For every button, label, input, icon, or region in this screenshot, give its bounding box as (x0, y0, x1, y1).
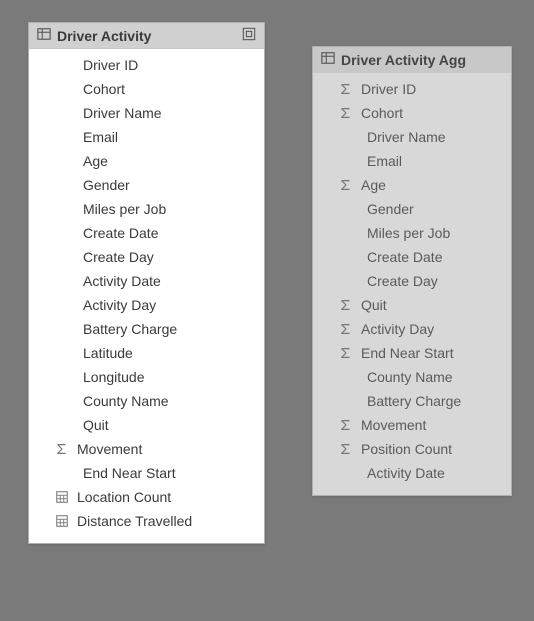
field-label: Create Day (83, 249, 154, 265)
field-label: Activity Date (367, 465, 445, 481)
field-label: Driver ID (83, 57, 138, 73)
field-label: End Near Start (361, 345, 454, 361)
field-label: Activity Date (83, 273, 161, 289)
field-label: Cohort (361, 105, 403, 121)
field-label: Miles per Job (367, 225, 450, 241)
field-label: Cohort (83, 81, 125, 97)
field-row[interactable]: Location Count (29, 485, 264, 509)
field-row[interactable]: Battery Charge (29, 317, 264, 341)
field-row[interactable]: Driver ID (29, 53, 264, 77)
field-label: Gender (367, 201, 414, 217)
field-row[interactable]: Movement (313, 413, 511, 437)
field-label: End Near Start (83, 465, 176, 481)
field-label: Gender (83, 177, 130, 193)
field-row[interactable]: Gender (29, 173, 264, 197)
field-list: Driver ID Cohort Driver Name Email Age Gender… (313, 73, 511, 495)
field-row[interactable]: Activity Day (313, 317, 511, 341)
field-row[interactable]: Create Day (29, 245, 264, 269)
table-title: Driver Activity (57, 28, 151, 44)
field-row[interactable]: Driver Name (313, 125, 511, 149)
field-row[interactable]: Longitude (29, 365, 264, 389)
field-label: Age (361, 177, 386, 193)
sigma-icon (337, 442, 355, 456)
sigma-icon (337, 346, 355, 360)
field-label: Driver ID (361, 81, 416, 97)
field-label: Create Date (367, 249, 442, 265)
field-label: Position Count (361, 441, 452, 457)
field-row[interactable]: Latitude (29, 341, 264, 365)
field-row[interactable]: Driver Name (29, 101, 264, 125)
field-row[interactable]: Create Day (313, 269, 511, 293)
field-label: Email (367, 153, 402, 169)
field-label: Driver Name (83, 105, 162, 121)
field-label: Longitude (83, 369, 145, 385)
field-row[interactable]: Miles per Job (29, 197, 264, 221)
field-row[interactable]: End Near Start (313, 341, 511, 365)
field-label: Create Day (367, 273, 438, 289)
table-icon (37, 27, 51, 44)
field-label: Activity Day (361, 321, 434, 337)
sigma-icon (337, 322, 355, 336)
calculator-icon (53, 490, 71, 504)
field-row[interactable]: Distance Travelled (29, 509, 264, 533)
table-header[interactable]: Driver Activity (29, 23, 264, 49)
calculator-icon (53, 514, 71, 528)
field-label: Miles per Job (83, 201, 166, 217)
field-label: Activity Day (83, 297, 156, 313)
field-row[interactable]: Activity Date (313, 461, 511, 485)
field-row[interactable]: Quit (313, 293, 511, 317)
sigma-icon (337, 298, 355, 312)
field-label: County Name (367, 369, 453, 385)
field-label: Age (83, 153, 108, 169)
field-row[interactable]: Cohort (313, 101, 511, 125)
field-label: Movement (361, 417, 426, 433)
field-label: Battery Charge (83, 321, 177, 337)
related-icon (242, 27, 256, 44)
sigma-icon (337, 106, 355, 120)
field-row[interactable]: Gender (313, 197, 511, 221)
field-label: Email (83, 129, 118, 145)
table-driver-activity-agg[interactable]: Driver Activity Agg Driver IDCohortDrive… (312, 46, 512, 496)
field-row[interactable]: Age (313, 173, 511, 197)
field-row[interactable]: County Name (29, 389, 264, 413)
field-label: Driver Name (367, 129, 446, 145)
field-label: Battery Charge (367, 393, 461, 409)
field-label: Create Date (83, 225, 158, 241)
table-icon (321, 51, 335, 68)
model-canvas[interactable]: Driver Activity Driver ID Cohort Driver Na… (0, 0, 534, 621)
table-header[interactable]: Driver Activity Agg (313, 47, 511, 73)
field-label: Quit (361, 297, 387, 313)
field-list: Driver ID Cohort Driver Name Email Age Gender… (29, 49, 264, 543)
field-row[interactable]: Battery Charge (313, 389, 511, 413)
field-row[interactable]: Activity Date (29, 269, 264, 293)
field-row[interactable]: Miles per Job (313, 221, 511, 245)
field-row[interactable]: Quit (29, 413, 264, 437)
field-label: Movement (77, 441, 142, 457)
field-row[interactable]: Create Date (29, 221, 264, 245)
field-label: Quit (83, 417, 109, 433)
table-driver-activity[interactable]: Driver Activity Driver ID Cohort Driver Na… (28, 22, 265, 544)
field-label: Location Count (77, 489, 171, 505)
field-label: County Name (83, 393, 169, 409)
sigma-icon (337, 178, 355, 192)
field-row[interactable]: County Name (313, 365, 511, 389)
field-label: Latitude (83, 345, 133, 361)
field-row[interactable]: End Near Start (29, 461, 264, 485)
field-row[interactable]: Email (29, 125, 264, 149)
field-row[interactable]: Age (29, 149, 264, 173)
field-row[interactable]: Email (313, 149, 511, 173)
field-row[interactable]: Activity Day (29, 293, 264, 317)
field-label: Distance Travelled (77, 513, 192, 529)
table-title: Driver Activity Agg (341, 52, 466, 68)
sigma-icon (337, 418, 355, 432)
sigma-icon (337, 82, 355, 96)
field-row[interactable]: Create Date (313, 245, 511, 269)
field-row[interactable]: Driver ID (313, 77, 511, 101)
field-row[interactable]: Position Count (313, 437, 511, 461)
field-row[interactable]: Movement (29, 437, 264, 461)
field-row[interactable]: Cohort (29, 77, 264, 101)
sigma-icon (53, 442, 71, 456)
